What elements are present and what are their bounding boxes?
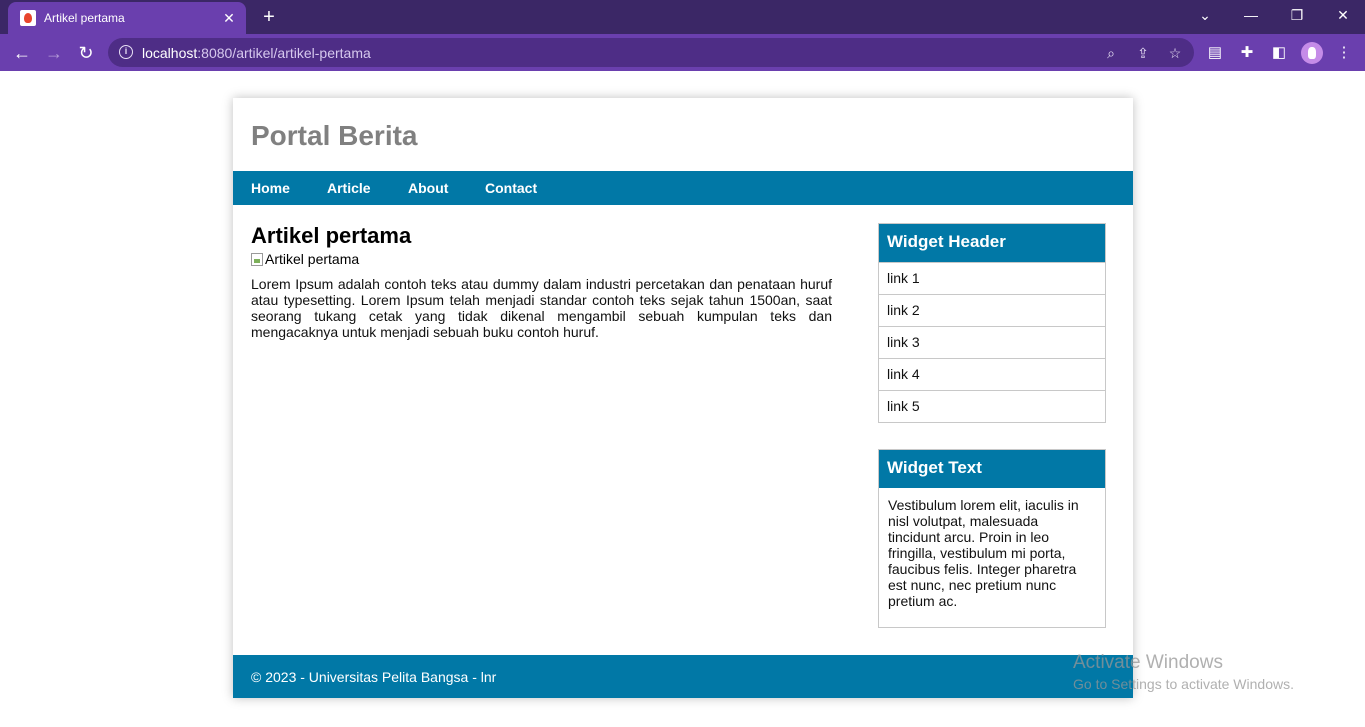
tab-title: Artikel pertama bbox=[44, 11, 125, 25]
widget-link[interactable]: link 3 bbox=[879, 326, 1105, 358]
site-footer: © 2023 - Universitas Pelita Bangsa - lnr bbox=[233, 655, 1133, 698]
widget-link[interactable]: link 4 bbox=[879, 358, 1105, 390]
widget-header-box: Widget Header link 1 link 2 link 3 link … bbox=[878, 223, 1106, 423]
favicon-icon bbox=[20, 10, 36, 26]
url-text[interactable]: localhost:8080/artikel/artikel-pertama bbox=[142, 45, 371, 61]
new-tab-button[interactable]: + bbox=[258, 6, 280, 28]
site-header: Portal Berita bbox=[233, 98, 1133, 171]
tab-close-icon[interactable]: ✕ bbox=[220, 9, 238, 27]
close-window-icon[interactable]: ✕ bbox=[1330, 4, 1356, 26]
article-body: Lorem Ipsum adalah contoh teks atau dumm… bbox=[251, 276, 832, 340]
browser-tab-active[interactable]: Artikel pertama ✕ bbox=[8, 2, 246, 34]
article: Artikel pertama Artikel pertama Lorem Ip… bbox=[251, 223, 832, 340]
widget-link[interactable]: link 5 bbox=[879, 390, 1105, 422]
side-panel-icon[interactable]: ◧ bbox=[1268, 42, 1290, 64]
nav-article-link[interactable]: Article bbox=[327, 180, 371, 196]
puzzle-icon[interactable]: ✚ bbox=[1236, 42, 1258, 64]
widget-link[interactable]: link 1 bbox=[879, 262, 1105, 294]
windows-activation-watermark: Activate Windows Go to Settings to activ… bbox=[1073, 652, 1294, 694]
profile-avatar[interactable] bbox=[1301, 42, 1323, 64]
nav-home-link[interactable]: Home bbox=[251, 180, 290, 196]
back-icon[interactable]: ← bbox=[10, 41, 34, 65]
browser-toolbar: ← → ↻ i localhost:8080/artikel/artikel-p… bbox=[0, 34, 1365, 71]
widget-text-box: Widget Text Vestibulum lorem elit, iacul… bbox=[878, 449, 1106, 628]
widget-text-title: Widget Text bbox=[879, 450, 1105, 488]
main-nav: Home Article About Contact bbox=[233, 171, 1133, 205]
site-title: Portal Berita bbox=[251, 120, 418, 151]
article-image-alt: Artikel pertama bbox=[265, 251, 360, 267]
forward-icon[interactable]: → bbox=[42, 41, 66, 65]
bookmark-star-icon[interactable]: ☆ bbox=[1165, 43, 1185, 63]
restore-icon[interactable]: ❐ bbox=[1284, 4, 1310, 26]
widget-text-body: Vestibulum lorem elit, iaculis in nisl v… bbox=[888, 497, 1079, 609]
footer-text: © 2023 - Universitas Pelita Bangsa - lnr bbox=[251, 669, 497, 685]
nav-contact-link[interactable]: Contact bbox=[485, 180, 537, 196]
site-info-icon[interactable]: i bbox=[119, 45, 133, 59]
browser-tab-strip: Artikel pertama ✕ + ⌄ — ❐ ✕ bbox=[0, 0, 1365, 34]
share-icon[interactable]: ⇪ bbox=[1133, 43, 1153, 63]
watermark-subtitle: Go to Settings to activate Windows. bbox=[1073, 676, 1294, 692]
article-title: Artikel pertama bbox=[251, 223, 412, 248]
menu-icon[interactable]: ⋮ bbox=[1333, 42, 1355, 64]
widget-header-title: Widget Header bbox=[879, 224, 1105, 262]
zoom-icon[interactable]: ⌕ bbox=[1101, 43, 1121, 63]
address-bar[interactable]: i localhost:8080/artikel/artikel-pertama… bbox=[108, 38, 1194, 67]
tab-search-icon[interactable]: ⌄ bbox=[1192, 4, 1218, 26]
nav-about-link[interactable]: About bbox=[408, 180, 448, 196]
reload-icon[interactable]: ↻ bbox=[74, 41, 98, 65]
minimize-icon[interactable]: — bbox=[1238, 4, 1264, 26]
page-container: Portal Berita Home Article About Contact… bbox=[233, 98, 1133, 698]
broken-image-icon bbox=[251, 252, 263, 266]
widget-link[interactable]: link 2 bbox=[879, 294, 1105, 326]
extension-icon[interactable]: ▤ bbox=[1204, 42, 1226, 64]
watermark-title: Activate Windows bbox=[1073, 652, 1223, 673]
article-image: Artikel pertama bbox=[251, 251, 832, 267]
